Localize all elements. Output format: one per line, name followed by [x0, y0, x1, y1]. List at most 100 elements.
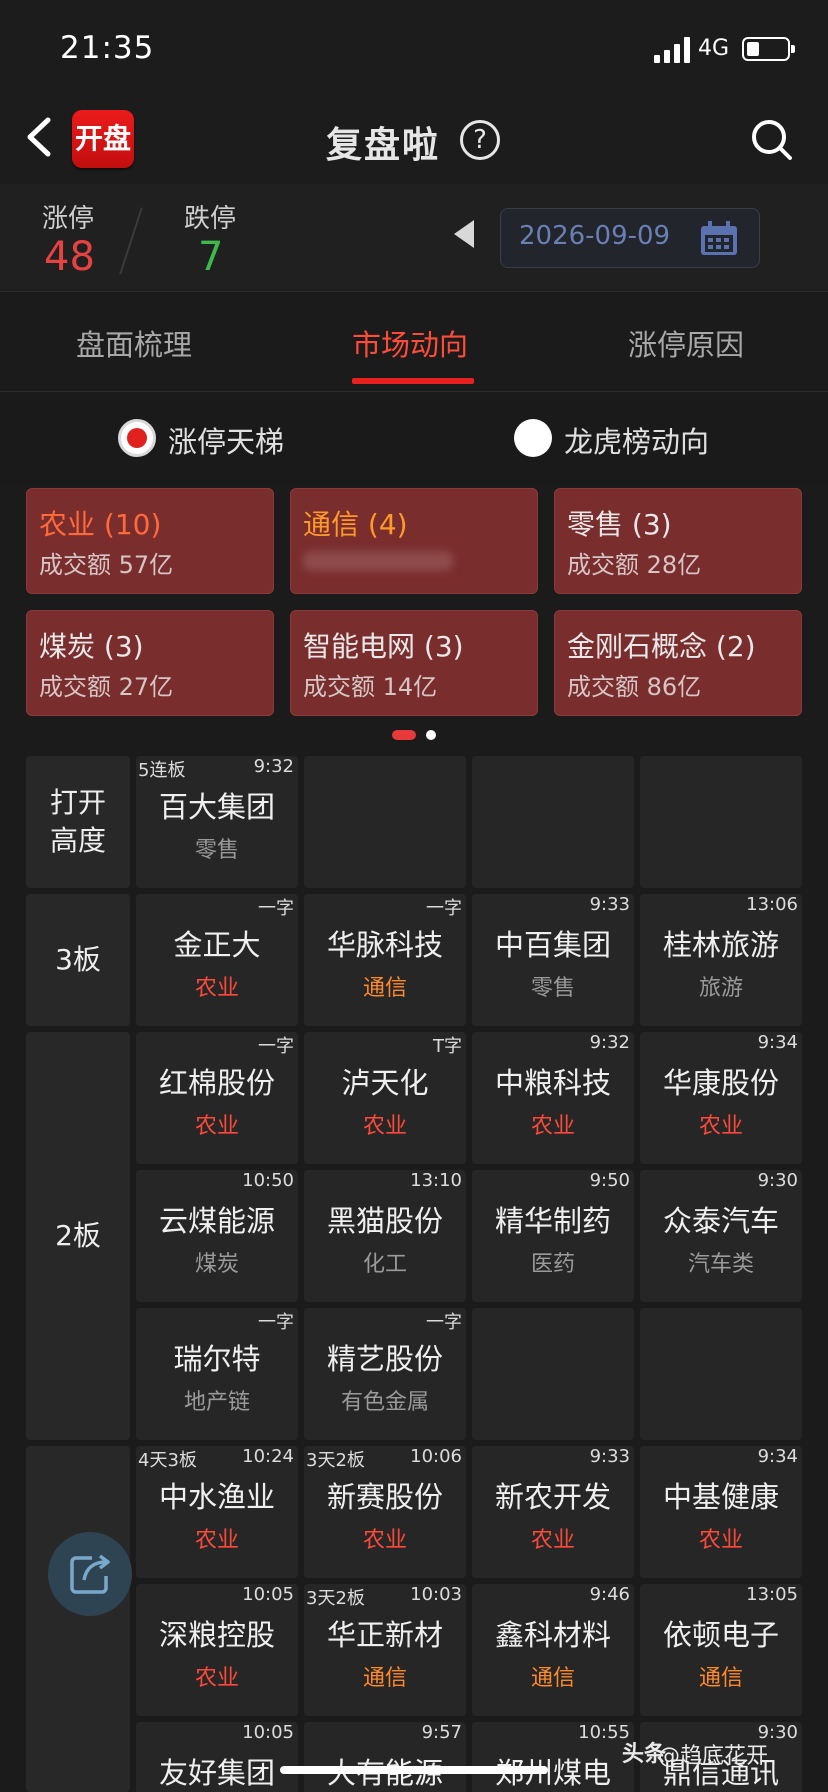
- tab-market-trend[interactable]: 市场动向: [352, 322, 468, 364]
- back-button[interactable]: [24, 114, 64, 164]
- empty-cell: [304, 756, 466, 888]
- radio-limit-ladder-label[interactable]: 涨停天梯: [168, 419, 284, 461]
- stock-name: 中水渔业: [158, 1480, 275, 1514]
- stock-cell[interactable]: 5连板 9:32 百大集团 零售: [136, 756, 298, 888]
- stock-cell[interactable]: 9:30 众泰汽车 汽车类: [640, 1170, 802, 1302]
- limit-down-count: 7: [198, 234, 224, 280]
- stock-cell[interactable]: 9:46 鑫科材料 通信: [472, 1584, 634, 1716]
- app-logo: 开盘: [72, 110, 134, 168]
- stock-cell[interactable]: 10:05 深粮控股 农业: [136, 1584, 298, 1716]
- stock-cell[interactable]: 13:06 桂林旅游 旅游: [640, 894, 802, 1026]
- home-indicator[interactable]: [280, 1766, 548, 1774]
- empty-cell: [640, 1308, 802, 1440]
- sector-card[interactable]: 智能电网 (3) 成交额 14亿: [290, 610, 538, 716]
- stock-cell[interactable]: 13:10 黑猫股份 化工: [304, 1170, 466, 1302]
- stock-name: 泸天化: [341, 1066, 429, 1100]
- stock-cell[interactable]: 一字 红棉股份 农业: [136, 1032, 298, 1164]
- stock-cell[interactable]: 9:34 中基健康 农业: [640, 1446, 802, 1578]
- stock-tag: 5连板: [138, 760, 186, 781]
- stock-sector: 通信: [362, 1666, 407, 1691]
- help-icon[interactable]: ?: [460, 120, 500, 160]
- stock-cell[interactable]: 一字 精艺股份 有色金属: [304, 1308, 466, 1440]
- stock-cell[interactable]: 10:55 郑州煤电: [472, 1722, 634, 1792]
- stock-cell[interactable]: 3天2板 10:03 华正新材 通信: [304, 1584, 466, 1716]
- stock-name: 云煤能源: [158, 1204, 275, 1238]
- stock-sector: 农业: [530, 1114, 575, 1139]
- stock-name: 深粮控股: [158, 1618, 275, 1652]
- stock-cell[interactable]: 10:05 友好集团: [136, 1722, 298, 1792]
- stock-tag: 3天2板: [306, 1588, 365, 1609]
- stock-time: 一字: [258, 1312, 294, 1333]
- sector-card[interactable]: 通信 (4): [290, 488, 538, 594]
- stock-name: 精华制药: [494, 1204, 611, 1238]
- active-tab-indicator: [352, 378, 474, 384]
- stock-name: 众泰汽车: [662, 1204, 779, 1238]
- tab-limit-up-reason[interactable]: 涨停原因: [628, 322, 744, 364]
- app-header: 开盘 复盘啦 ?: [0, 96, 828, 184]
- stock-time: 10:50: [242, 1170, 294, 1191]
- stock-sector: 农业: [362, 1528, 407, 1553]
- stock-cell[interactable]: 一字 金正大 农业: [136, 894, 298, 1026]
- stock-time: 9:34: [757, 1032, 798, 1053]
- stock-time: 一字: [426, 1312, 462, 1333]
- stock-cell[interactable]: T字 泸天化 农业: [304, 1032, 466, 1164]
- stock-cell[interactable]: 9:33 中百集团 零售: [472, 894, 634, 1026]
- stock-sector: 医药: [530, 1252, 575, 1277]
- clock: 21:35: [60, 30, 155, 66]
- date-value: 2026-09-09: [519, 221, 671, 251]
- chevron-left-icon: [27, 117, 51, 157]
- stock-cell[interactable]: 9:34 华康股份 农业: [640, 1032, 802, 1164]
- stock-cell[interactable]: 9:33 新农开发 农业: [472, 1446, 634, 1578]
- sector-card[interactable]: 农业 (10) 成交额 57亿: [26, 488, 274, 594]
- prev-date-button[interactable]: [454, 220, 474, 248]
- pager-dot-active: [392, 730, 416, 740]
- sector-card[interactable]: 煤炭 (3) 成交额 27亿: [26, 610, 274, 716]
- stock-sector: 汽车类: [687, 1252, 754, 1277]
- stock-name: 鑫科材料: [494, 1618, 611, 1652]
- stock-sector: 农业: [194, 1114, 239, 1139]
- share-button[interactable]: [48, 1532, 132, 1616]
- stock-cell[interactable]: 9:50 精华制药医药: [472, 1170, 634, 1302]
- radio-limit-ladder[interactable]: [118, 419, 156, 457]
- stock-cell[interactable]: 9:32 中粮科技 农业: [472, 1032, 634, 1164]
- stock-cell[interactable]: 一字 瑞尔特 地产链: [136, 1308, 298, 1440]
- stock-sector: 通信: [362, 976, 407, 1001]
- stock-time: 9:50: [589, 1170, 630, 1191]
- stock-time: 10:05: [242, 1722, 294, 1743]
- stock-cell[interactable]: 4天3板 10:24 中水渔业农业: [136, 1446, 298, 1578]
- stock-time: 一字: [258, 898, 294, 919]
- stock-time: 13:10: [410, 1170, 462, 1191]
- stock-name: 百大集团: [158, 790, 275, 824]
- tab-market-review[interactable]: 盘面梳理: [76, 322, 192, 364]
- stock-sector: 化工: [362, 1252, 407, 1277]
- stock-time: 9:33: [589, 894, 630, 915]
- stock-time: 10:24: [242, 1446, 294, 1467]
- sector-name: 通信 (4): [303, 508, 408, 541]
- stock-sector: 农业: [194, 1528, 239, 1553]
- stock-cell[interactable]: 3天2板 10:06 新赛股份 农业: [304, 1446, 466, 1578]
- sector-card[interactable]: 金刚石概念 (2) 成交额 86亿: [554, 610, 802, 716]
- stock-cell[interactable]: 10:50 云煤能源煤炭: [136, 1170, 298, 1302]
- stock-sector: 农业: [698, 1528, 743, 1553]
- limit-up-count: 48: [44, 234, 95, 280]
- stock-sector: 通信: [698, 1666, 743, 1691]
- stock-cell[interactable]: 9:57大有能源: [304, 1722, 466, 1792]
- stock-sector: 零售: [194, 838, 239, 863]
- date-picker[interactable]: 2026-09-09: [500, 208, 760, 268]
- stock-cell[interactable]: 13:05 依顿电子 通信: [640, 1584, 802, 1716]
- stock-tag: 3天2板: [306, 1450, 365, 1471]
- stock-cell[interactable]: 一字 华脉科技 通信: [304, 894, 466, 1026]
- sector-card[interactable]: 零售 (3) 成交额 28亿: [554, 488, 802, 594]
- network-type: 4G: [698, 36, 730, 61]
- row-label-3b: 3板: [26, 894, 130, 1026]
- stock-sector: 旅游: [698, 976, 743, 1001]
- search-button[interactable]: [750, 118, 794, 162]
- radio-dragon-tiger-label[interactable]: 龙虎榜动向: [564, 419, 709, 461]
- stock-name: 中基健康: [662, 1480, 779, 1514]
- watermark-text: @趋底花开: [658, 1744, 769, 1769]
- radio-dragon-tiger[interactable]: [514, 419, 552, 457]
- row-label-2b: 2板: [26, 1032, 130, 1440]
- stock-sector: 煤炭: [194, 1252, 239, 1277]
- stock-tag: 4天3板: [138, 1450, 197, 1471]
- blurred-text: [303, 551, 453, 571]
